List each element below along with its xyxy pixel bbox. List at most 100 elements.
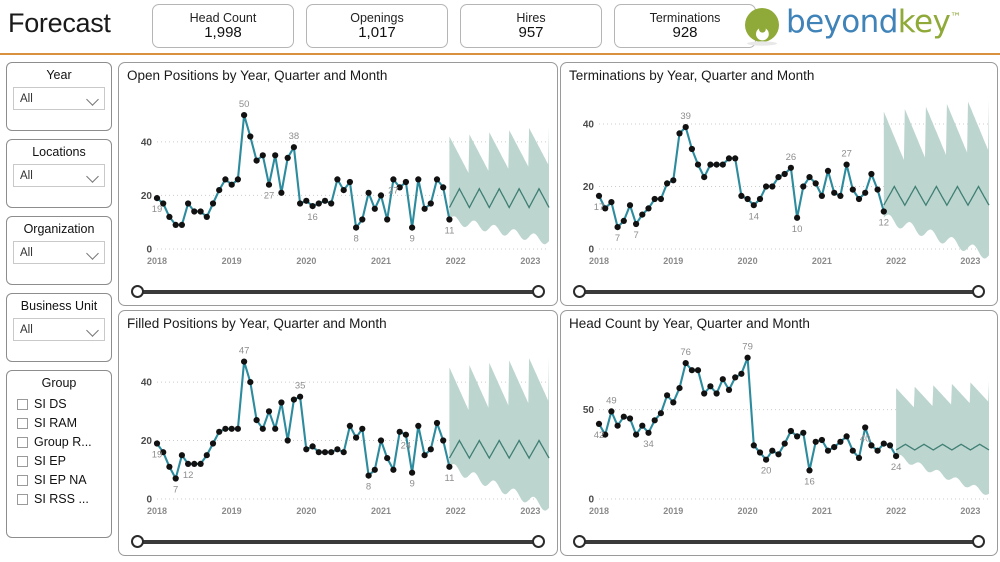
data-label: 19: [152, 204, 163, 215]
group-checkbox-row[interactable]: Group R...: [17, 433, 105, 451]
svg-text:20: 20: [141, 436, 153, 447]
filter-select-organization[interactable]: All: [13, 241, 105, 264]
data-point-marker: [402, 431, 409, 438]
data-label: 35: [295, 381, 306, 392]
svg-text:2021: 2021: [812, 506, 832, 516]
data-point-marker: [756, 195, 764, 203]
data-point-marker: [707, 161, 714, 168]
group-checkbox-row[interactable]: SI RSS ...: [17, 490, 105, 508]
kpi-card-terminations[interactable]: Terminations 928: [614, 4, 756, 48]
checkbox-icon[interactable]: [17, 493, 28, 505]
chart-plot-head-count: 0 50 2018 2019 2020 2021 2022 2023 42 49 34 76 79 20 1…: [583, 342, 990, 516]
data-point-marker: [719, 376, 726, 383]
kpi-value: 1,998: [204, 23, 242, 41]
data-point-marker: [732, 155, 739, 162]
data-point-marker: [197, 460, 204, 467]
dashboard-root: Forecast Head Count 1,998 Openings 1,017…: [0, 0, 1000, 562]
data-point-marker: [178, 221, 185, 228]
data-point-marker: [191, 208, 198, 215]
data-point-marker: [166, 463, 173, 470]
chart-panel-head-count: 0 50 2018 2019 2020 2021 2022 2023 42 49 34 76 79 20 1…: [560, 310, 998, 556]
slider-knob-right[interactable]: [972, 535, 985, 548]
data-point-marker: [340, 187, 347, 194]
group-checkbox-row[interactable]: SI EP: [17, 452, 105, 470]
data-point-marker: [297, 393, 304, 400]
range-slider-open-positions[interactable]: [131, 285, 545, 299]
range-slider-filled-positions[interactable]: [131, 535, 545, 549]
data-point-marker: [614, 224, 621, 231]
data-point-marker: [371, 466, 378, 473]
slider-knob-left[interactable]: [573, 535, 586, 548]
filter-select-year[interactable]: All: [13, 87, 105, 110]
data-point-marker: [682, 360, 689, 367]
data-point-marker: [781, 170, 788, 178]
checkbox-icon[interactable]: [17, 398, 28, 410]
data-point-marker: [415, 176, 422, 183]
data-point-marker: [222, 425, 229, 432]
slider-track[interactable]: [133, 290, 543, 294]
data-point-marker: [328, 449, 335, 456]
slider-knob-right[interactable]: [532, 535, 545, 548]
data-point-marker: [595, 420, 603, 427]
data-point-marker: [831, 444, 838, 451]
svg-text:20: 20: [583, 182, 595, 193]
slider-knob-left[interactable]: [131, 535, 144, 548]
logo-word-key: key: [897, 4, 951, 40]
data-point-marker: [775, 451, 782, 458]
data-point-marker: [166, 213, 173, 220]
slider-track[interactable]: [133, 540, 543, 544]
group-checkbox-row[interactable]: SI DS: [17, 395, 105, 413]
data-point-marker: [657, 410, 664, 417]
checkbox-icon[interactable]: [17, 436, 28, 448]
kpi-card-head-count[interactable]: Head Count 1,998: [152, 4, 294, 48]
data-point-marker: [855, 195, 863, 203]
svg-text:2020: 2020: [296, 256, 316, 266]
svg-text:0: 0: [588, 245, 594, 256]
chart-title: Filled Positions by Year, Quarter and Mo…: [127, 316, 387, 331]
data-point-marker: [365, 472, 372, 479]
slider-track[interactable]: [575, 540, 983, 544]
filter-select-business-unit[interactable]: All: [13, 318, 105, 341]
data-point-marker: [377, 192, 385, 199]
beyondkey-logo: beyondkey™: [742, 2, 994, 48]
data-point-marker: [620, 217, 627, 224]
data-label: 12: [183, 470, 194, 481]
group-checkbox-row[interactable]: SI RAM: [17, 414, 105, 432]
slider-knob-left[interactable]: [573, 285, 586, 298]
data-label: 76: [680, 347, 691, 358]
checkbox-icon[interactable]: [17, 417, 28, 429]
range-slider-terminations[interactable]: [573, 285, 985, 299]
group-checkbox-row[interactable]: SI EP NA: [17, 471, 105, 489]
slider-knob-left[interactable]: [131, 285, 144, 298]
data-point-marker: [824, 447, 832, 454]
slider-knob-right[interactable]: [532, 285, 545, 298]
data-point-marker: [390, 176, 397, 183]
data-point-marker: [353, 224, 360, 231]
data-point-marker: [781, 440, 788, 447]
kpi-card-hires[interactable]: Hires 957: [460, 4, 602, 48]
svg-text:2022: 2022: [446, 256, 466, 266]
range-slider-head-count[interactable]: [573, 535, 985, 549]
kpi-card-openings[interactable]: Openings 1,017: [306, 4, 448, 48]
data-point-marker: [800, 183, 807, 190]
data-point-marker: [651, 195, 658, 203]
data-point-marker: [868, 170, 875, 178]
data-point-marker: [290, 396, 297, 403]
data-point-marker: [701, 174, 708, 181]
data-label: 19: [152, 449, 163, 460]
data-point-marker: [849, 447, 856, 454]
beyondkey-logo-text: beyondkey™: [786, 4, 961, 40]
slider-track[interactable]: [575, 290, 983, 294]
svg-text:2021: 2021: [371, 256, 391, 266]
checkbox-icon[interactable]: [17, 474, 28, 486]
data-point-marker: [633, 220, 640, 228]
slider-knob-right[interactable]: [972, 285, 985, 298]
data-point-marker: [259, 425, 266, 432]
data-point-marker: [409, 224, 416, 231]
checkbox-icon[interactable]: [17, 455, 28, 467]
data-point-marker: [228, 425, 235, 432]
data-point-marker: [874, 186, 881, 193]
filter-select-locations[interactable]: All: [13, 164, 105, 187]
data-point-marker: [713, 390, 720, 397]
data-point-marker: [787, 164, 794, 171]
